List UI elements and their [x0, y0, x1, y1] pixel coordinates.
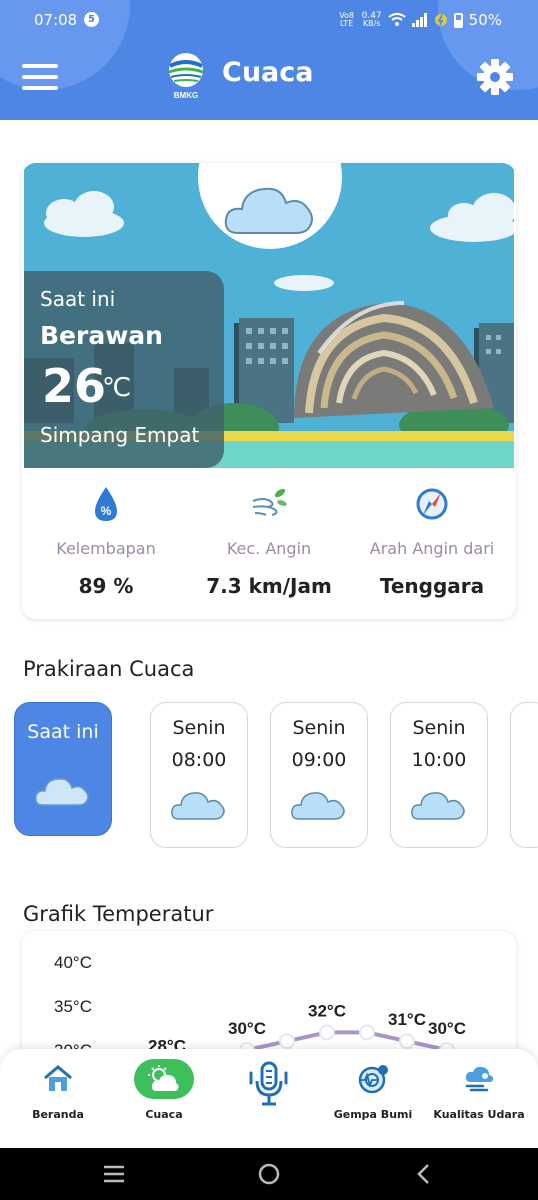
- hamburger-line: [22, 64, 58, 68]
- stat-value: Tenggara: [379, 574, 485, 598]
- nav-icon-holder: [239, 1059, 299, 1109]
- hamburger-line: [22, 86, 58, 90]
- forecast-card[interactable]: Senin 09:00: [270, 702, 368, 848]
- cloud-icon: [171, 792, 225, 820]
- network-speed: 0.47 KB/s: [361, 11, 382, 28]
- home-button-icon[interactable]: [257, 1162, 281, 1186]
- forecast-card[interactable]: Senin 10:00: [390, 702, 488, 848]
- battery-saver-icon: [434, 14, 447, 26]
- compass-icon: [416, 488, 448, 520]
- signal-icon: [411, 13, 427, 27]
- volte-indicator: Vo8 LTE: [339, 11, 355, 28]
- forecast-day: Senin: [292, 717, 346, 739]
- back-icon[interactable]: [416, 1163, 432, 1185]
- y-tick-label: 40°C: [54, 953, 92, 972]
- current-condition: Berawan: [40, 321, 163, 350]
- cloud-icon: [35, 778, 89, 806]
- page-title: Cuaca: [222, 57, 314, 88]
- nav-label: Beranda: [32, 1108, 84, 1121]
- data-label: 32°C: [308, 1001, 346, 1020]
- app-header: 07:08 5 Vo8 LTE 0.47 KB/s 50% BMKG Cuaca: [0, 0, 538, 120]
- status-indicators: Vo8 LTE 0.47 KB/s 50%: [338, 11, 502, 29]
- humidity-drop-icon: %: [95, 487, 117, 521]
- temperature-point: [359, 1024, 375, 1041]
- nav-icon-holder: [134, 1059, 194, 1099]
- nav-icon-holder: [449, 1059, 509, 1099]
- current-temperature: 26: [42, 359, 107, 413]
- current-weather-card: Saat ini Berawan 26 ℃ Simpang Empat % Ke…: [22, 163, 516, 619]
- menu-button[interactable]: [22, 64, 58, 92]
- stat-wind-direction: Arah Angin dari Tenggara: [350, 485, 514, 598]
- nav-label: Kualitas Udara: [433, 1108, 525, 1121]
- stat-value: 7.3 km/Jam: [206, 574, 332, 598]
- stat-humidity: % Kelembapan 89 %: [24, 485, 188, 598]
- nav-beranda[interactable]: Beranda: [8, 1059, 108, 1121]
- forecast-time: 10:00: [411, 749, 467, 771]
- weather-icon: [148, 1065, 179, 1091]
- temperature-chart-title: Grafik Temperatur: [23, 902, 214, 926]
- svg-text:%: %: [101, 504, 112, 518]
- cloud-icon: [291, 792, 345, 820]
- forecast-now-label: Saat ini: [27, 721, 99, 743]
- current-location: Simpang Empat: [40, 423, 200, 447]
- current-conditions-panel: Saat ini Berawan 26 ℃ Simpang Empat: [24, 271, 224, 468]
- gear-icon[interactable]: [476, 58, 514, 96]
- logo-text: BMKG: [174, 91, 198, 100]
- home-icon: [44, 1065, 72, 1091]
- nav-kualitas-udara[interactable]: Kualitas Udara: [429, 1059, 529, 1121]
- forecast-title: Prakiraan Cuaca: [23, 657, 195, 681]
- earthquake-icon: [358, 1065, 388, 1094]
- nav-icon-holder: [28, 1059, 88, 1099]
- cloud-icon: [224, 187, 313, 234]
- bmkg-logo: BMKG: [168, 53, 204, 100]
- cloud-icon: [411, 792, 465, 820]
- temperature-point: [279, 1033, 295, 1050]
- nav-gempa-bumi[interactable]: Gempa Bumi: [323, 1059, 423, 1121]
- nav-cuaca[interactable]: Cuaca: [114, 1059, 214, 1121]
- stat-label: Kec. Angin: [226, 539, 312, 558]
- forecast-card[interactable]: Senin 08:00: [150, 702, 248, 848]
- air-quality-icon: [465, 1066, 494, 1092]
- forecast-time: 09:00: [291, 749, 347, 771]
- stat-value: 89 %: [78, 574, 134, 598]
- nav-icon-holder: [343, 1059, 403, 1099]
- nav-voice[interactable]: [219, 1059, 319, 1109]
- bottom-navigation: Beranda Cuaca Gempa Bumi Kualitas Udara: [0, 1049, 538, 1148]
- wifi-icon: [388, 13, 406, 26]
- forecast-time: 08:00: [171, 749, 227, 771]
- temperature-point: [319, 1024, 335, 1041]
- stat-label: Arah Angin dari: [369, 539, 495, 558]
- current-label: Saat ini: [40, 287, 116, 311]
- stat-label: Kelembapan: [56, 539, 156, 558]
- notification-badge: 5: [84, 12, 99, 27]
- forecast-day: Senin: [172, 717, 226, 739]
- forecast-card-now[interactable]: Saat ini: [14, 702, 112, 836]
- data-label: 30°C: [228, 1019, 266, 1038]
- microphone-icon: [249, 1061, 288, 1106]
- forecast-day: Senin: [412, 717, 466, 739]
- system-navigation-bar: [0, 1148, 538, 1200]
- battery-percent: 50%: [468, 11, 502, 29]
- temperature-point: [399, 1033, 415, 1050]
- wind-icon: [252, 488, 287, 516]
- nav-label: Cuaca: [145, 1108, 183, 1121]
- data-label: 31°C: [388, 1010, 426, 1029]
- y-tick-label: 35°C: [54, 997, 92, 1016]
- status-bar: 07:08 5 Vo8 LTE 0.47 KB/s 50%: [0, 0, 538, 40]
- stat-wind-speed: Kec. Angin 7.3 km/Jam: [187, 485, 351, 598]
- data-label: 30°C: [428, 1019, 466, 1038]
- recent-apps-icon[interactable]: [102, 1164, 126, 1184]
- temperature-unit: ℃: [102, 373, 132, 403]
- forecast-card-partial[interactable]: [510, 702, 538, 848]
- status-time: 07:08: [34, 11, 78, 29]
- hamburger-line: [22, 75, 58, 79]
- nav-label: Gempa Bumi: [333, 1108, 413, 1121]
- battery-icon: [453, 12, 463, 28]
